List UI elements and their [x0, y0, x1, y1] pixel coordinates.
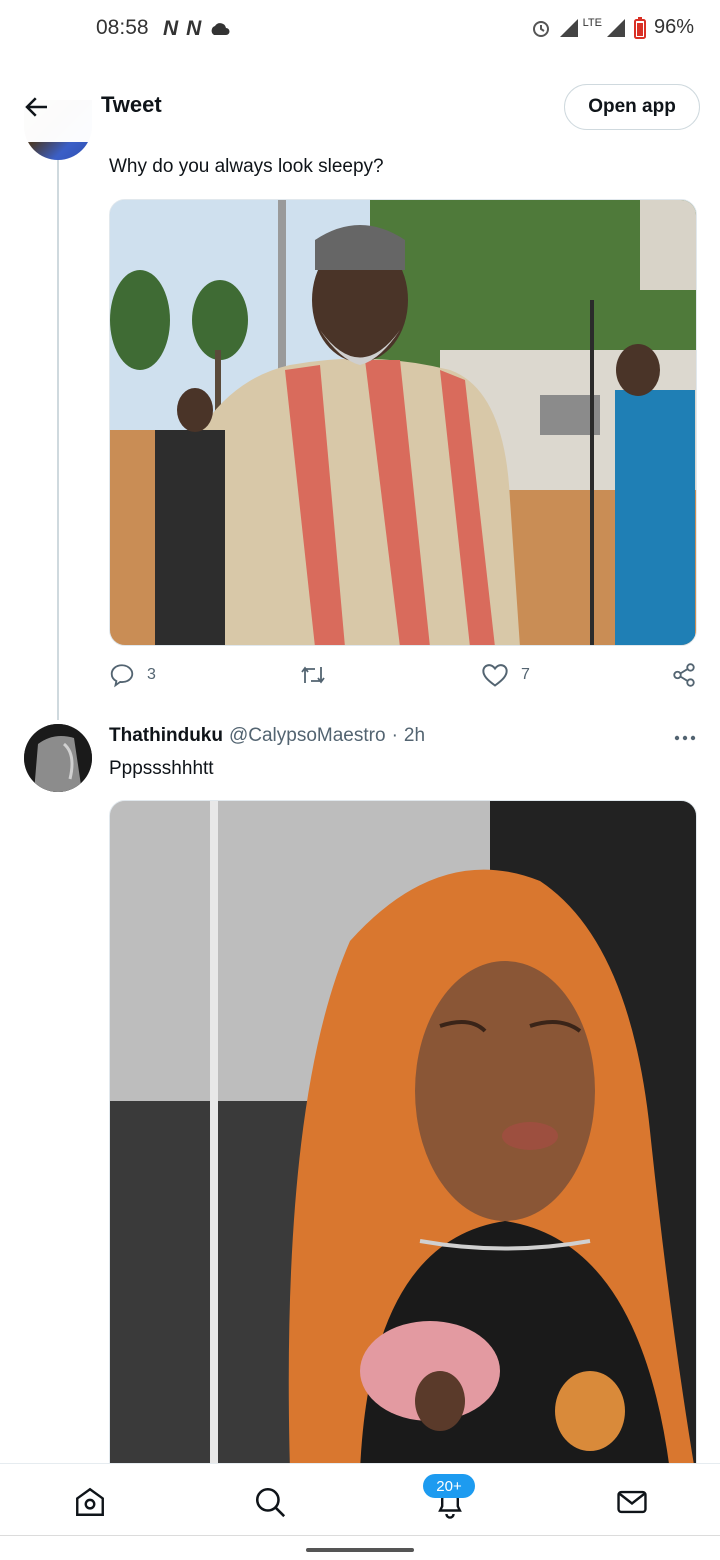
- nav-home[interactable]: [70, 1482, 110, 1522]
- signal-icon: [559, 18, 578, 37]
- home-icon: [76, 1487, 104, 1516]
- retweet-button[interactable]: [299, 662, 327, 688]
- display-name[interactable]: Thathinduku: [109, 725, 223, 747]
- status-bar: 08:58 N N LTE 96%: [0, 0, 720, 60]
- cloud-icon: [211, 23, 230, 35]
- separator: ·: [391, 725, 398, 746]
- open-app-button[interactable]: Open app: [564, 84, 700, 130]
- notifications-badge: 20+: [423, 1474, 475, 1498]
- avatar[interactable]: [24, 724, 92, 792]
- tweet-photo-image: [110, 200, 696, 645]
- nav-search[interactable]: [250, 1482, 290, 1522]
- share-icon: [673, 663, 695, 687]
- reply-icon: [110, 664, 134, 688]
- tweet-photo[interactable]: [109, 800, 697, 1470]
- avatar-image: [24, 724, 92, 792]
- network-type: LTE: [582, 16, 602, 29]
- bottom-nav: [0, 1463, 720, 1535]
- share-button[interactable]: [671, 662, 697, 688]
- reply-button[interactable]: 3: [109, 662, 156, 688]
- like-button[interactable]: 7: [481, 662, 530, 688]
- heart-icon: [482, 664, 508, 687]
- tweet-photo-image: [110, 801, 696, 1469]
- tweet-header: Thathinduku @CalypsoMaestro · 2h: [109, 725, 425, 747]
- battery-percent: 96%: [653, 16, 694, 38]
- top-app-bar: Tweet Open app: [0, 72, 720, 142]
- tweet-text: Pppssshhhtt: [109, 758, 214, 779]
- messages-icon: [617, 1490, 647, 1514]
- battery-icon: [633, 16, 646, 39]
- page-title: Tweet: [101, 92, 162, 117]
- nav-messages[interactable]: [612, 1482, 652, 1522]
- tweet-text: Why do you always look sleepy?: [109, 156, 384, 177]
- retweet-icon: [301, 666, 325, 684]
- home-indicator[interactable]: [306, 1548, 414, 1552]
- n-icon: N: [163, 17, 179, 40]
- alarm-icon: [532, 20, 549, 37]
- back-button[interactable]: [22, 92, 52, 122]
- status-notification-icons: N N: [163, 17, 231, 41]
- tweet-time: 2h: [403, 725, 426, 746]
- status-time: 08:58: [96, 16, 149, 39]
- more-options-button[interactable]: [672, 722, 698, 752]
- search-icon: [255, 1487, 286, 1518]
- reply-count: 3: [147, 666, 156, 683]
- more-icon: [674, 735, 696, 741]
- thread-line: [57, 160, 59, 720]
- header-background: [0, 72, 440, 142]
- arrow-left-icon: [25, 97, 47, 117]
- tweet-photo[interactable]: [109, 199, 697, 646]
- status-right: LTE 96%: [531, 16, 694, 39]
- like-count: 7: [521, 666, 530, 683]
- n-icon: N: [186, 17, 202, 40]
- tweet-actions: 3 7: [109, 662, 701, 696]
- user-handle[interactable]: @CalypsoMaestro: [229, 725, 386, 747]
- signal-icon: [606, 18, 625, 37]
